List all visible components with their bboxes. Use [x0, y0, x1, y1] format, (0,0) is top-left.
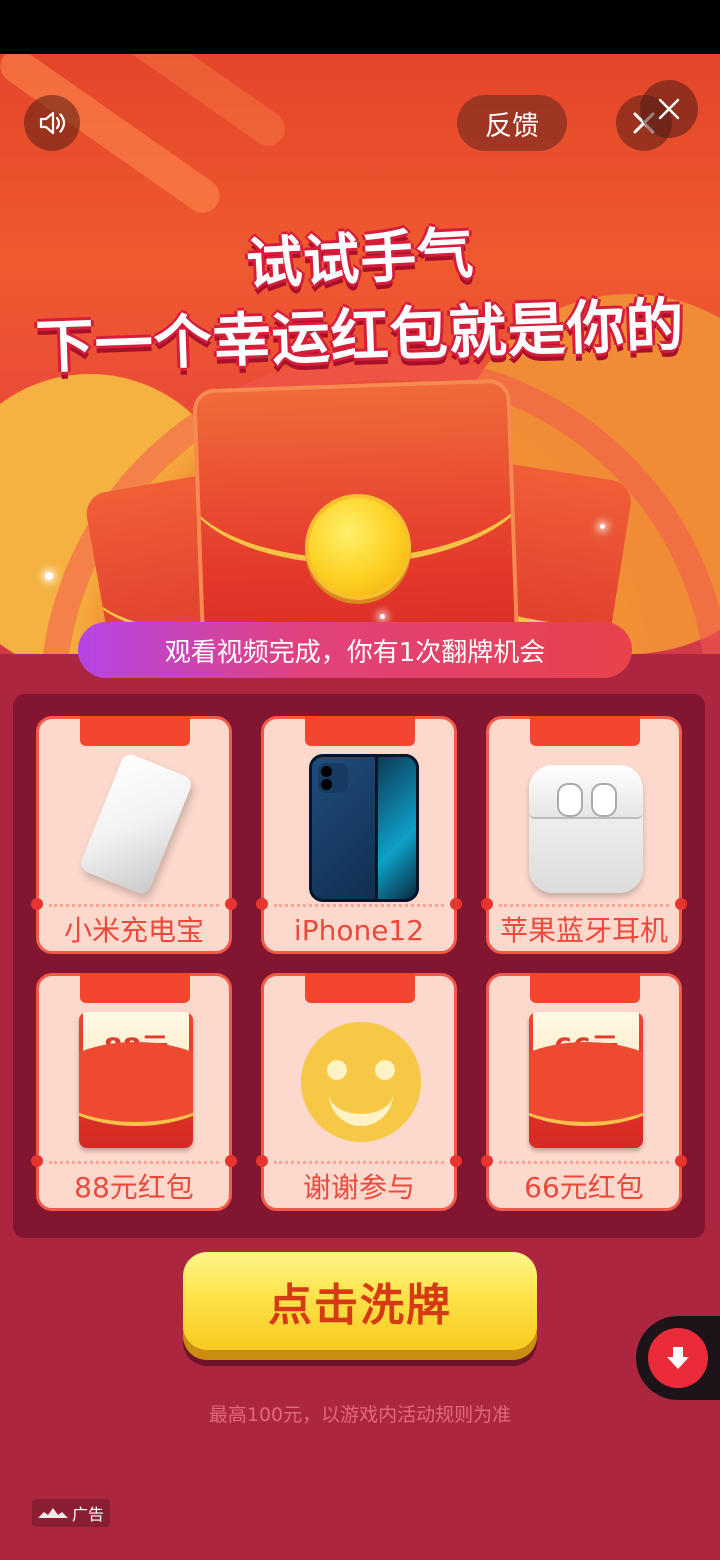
status-bar: [0, 0, 720, 54]
red-envelope-icon: 88元: [79, 1012, 193, 1148]
gold-coin-icon: [305, 494, 411, 600]
close-icon: [658, 98, 680, 120]
ad-badge: 广告: [32, 1499, 111, 1527]
sound-toggle-button[interactable]: [24, 95, 80, 151]
prize-card-thanks[interactable]: 谢谢参与: [256, 973, 462, 1211]
red-envelope-icon: 66元: [529, 1012, 643, 1148]
rules-text: 最高100元，以游戏内活动规则为准: [208, 1404, 512, 1426]
power-bank-icon: [78, 751, 194, 897]
download-arrow-icon: [667, 1347, 689, 1369]
chances-status-pill: 观看视频完成，你有1次翻牌机会: [78, 622, 632, 678]
prize-card-power-bank[interactable]: 小米充电宝: [31, 716, 237, 954]
prize-card-66-yuan[interactable]: 66元 66元红包: [481, 973, 687, 1211]
prize-label: 谢谢参与: [302, 1171, 415, 1204]
airpods-icon: [529, 765, 643, 893]
prize-label: 88元红包: [74, 1171, 194, 1204]
prize-card-iphone[interactable]: iPhone12: [256, 716, 462, 954]
close-button-secondary[interactable]: [640, 80, 698, 138]
prize-label: 66元红包: [524, 1171, 644, 1204]
ad-label: 广告: [72, 1505, 105, 1524]
ad-logo-icon: [38, 1508, 68, 1518]
iphone-icon: [309, 754, 419, 902]
shuffle-cards-button[interactable]: 点击洗牌: [183, 1252, 537, 1350]
download-button[interactable]: [648, 1328, 708, 1388]
prize-card-88-yuan[interactable]: 88元 88元红包: [31, 973, 237, 1211]
hero-banner: 反馈 试试手气 下一个幸运红包就是你的: [0, 54, 720, 654]
prize-label: 小米充电宝: [63, 914, 204, 947]
prize-label: 苹果蓝牙耳机: [499, 914, 668, 947]
prize-card-airpods[interactable]: 苹果蓝牙耳机: [481, 716, 687, 954]
feedback-button[interactable]: 反馈: [457, 95, 567, 151]
speaker-icon: [39, 111, 66, 135]
smiley-icon: [301, 1022, 421, 1142]
prize-label: iPhone12: [293, 914, 425, 947]
